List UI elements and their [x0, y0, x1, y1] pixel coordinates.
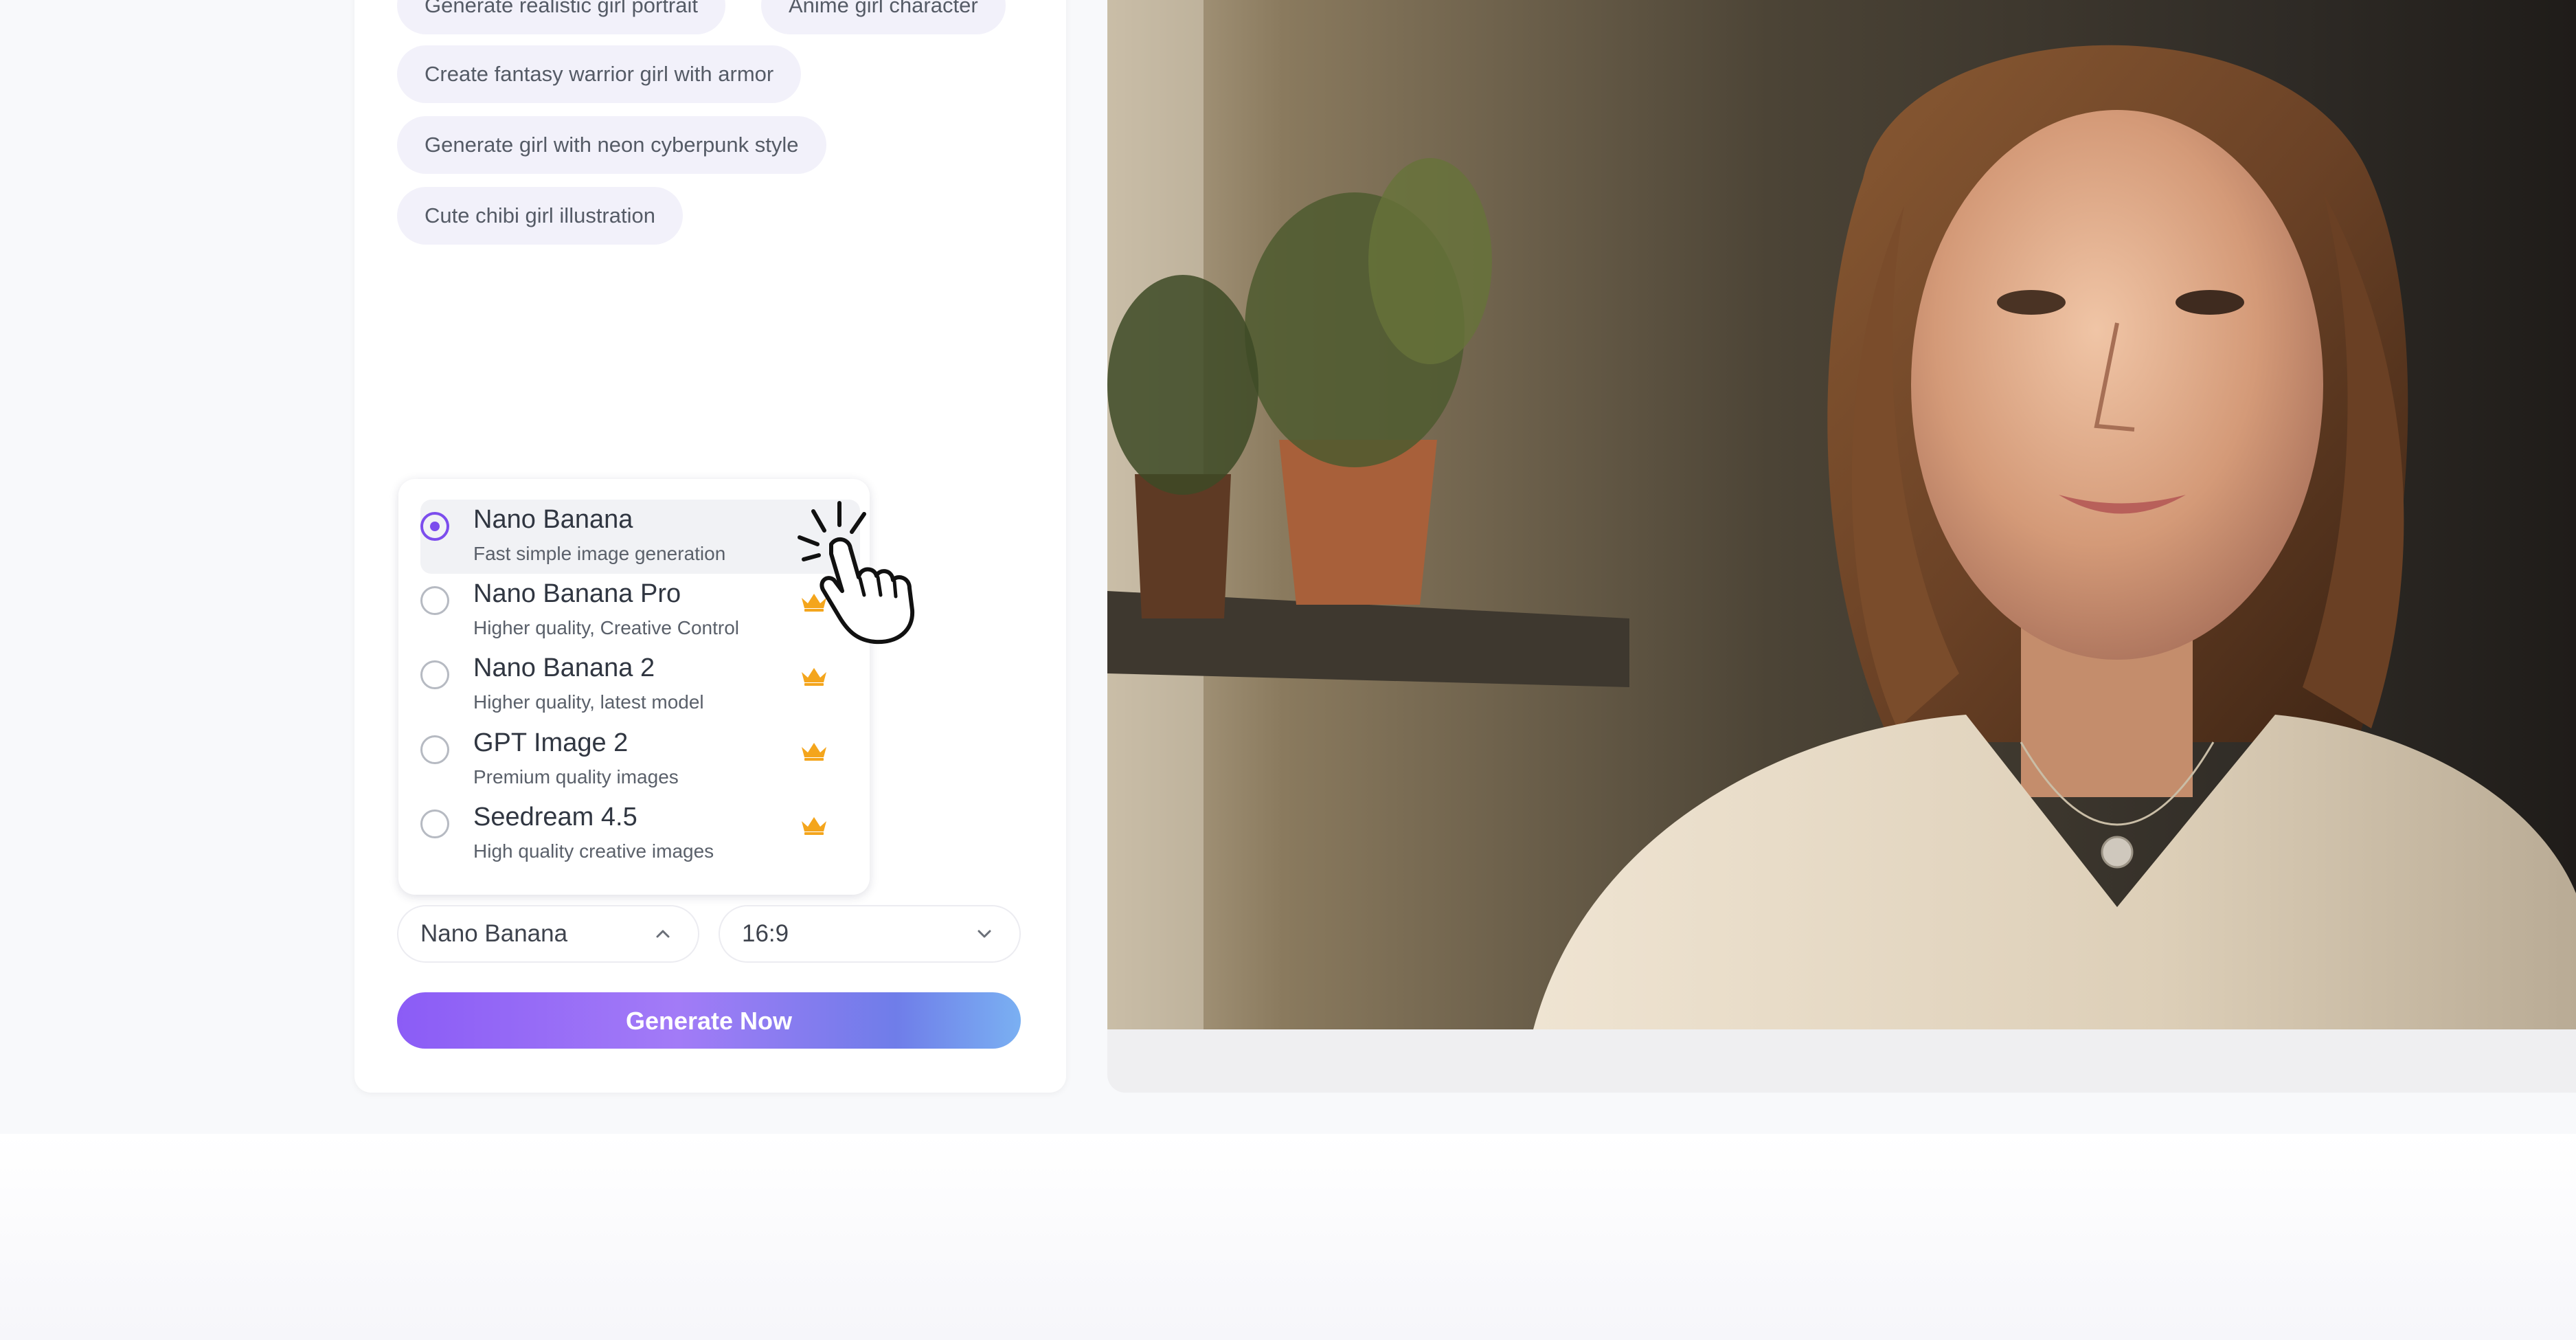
model-option-description: Premium quality images	[473, 766, 679, 788]
aspect-ratio-value: 16:9	[742, 920, 789, 947]
radio-icon	[420, 660, 449, 689]
model-option-description: Fast simple image generation	[473, 543, 726, 564]
hand-pointer-icon	[798, 501, 915, 645]
generated-image	[1107, 0, 2576, 1029]
model-option-name: GPT Image 2	[473, 728, 629, 757]
generate-now-button[interactable]: Generate Now	[397, 992, 1021, 1049]
image-preview-area	[1107, 0, 2576, 1093]
radio-icon	[420, 809, 449, 838]
model-option-description: Higher quality, Creative Control	[473, 617, 739, 638]
crown-icon	[802, 743, 826, 761]
suggestion-chip-fantasy-warrior[interactable]: Create fantasy warrior girl with armor	[397, 45, 802, 103]
model-option-name: Nano Banana 2	[473, 654, 655, 682]
suggestion-chip-chibi-illustration[interactable]: Cute chibi girl illustration	[397, 187, 683, 245]
page-footer-background	[0, 1134, 2576, 1340]
suggestion-chip-anime-character[interactable]: Anime girl character	[761, 0, 1006, 34]
crown-icon	[802, 817, 826, 835]
model-option-seedream-4-5[interactable]: Seedream 4.5 High quality creative image…	[420, 797, 860, 871]
model-option-description: Higher quality, latest model	[473, 691, 704, 713]
model-select-value: Nano Banana	[420, 920, 568, 947]
model-option-nano-banana-2[interactable]: Nano Banana 2 Higher quality, latest mod…	[420, 648, 860, 722]
radio-selected-icon	[420, 512, 449, 541]
chevron-up-icon	[656, 930, 670, 938]
model-option-name: Nano Banana	[473, 505, 633, 534]
suggestion-chip-realistic-portrait[interactable]: Generate realistic girl portrait	[397, 0, 725, 34]
radio-icon	[420, 586, 449, 615]
chevron-down-icon	[978, 930, 991, 938]
model-option-name: Seedream 4.5	[473, 803, 637, 831]
radio-icon	[420, 735, 449, 764]
model-option-description: High quality creative images	[473, 840, 714, 862]
aspect-ratio-select[interactable]: 16:9	[719, 905, 1021, 963]
model-option-gpt-image-2[interactable]: GPT Image 2 Premium quality images	[420, 723, 860, 797]
model-option-name: Nano Banana Pro	[473, 579, 681, 608]
model-select[interactable]: Nano Banana	[397, 905, 699, 963]
crown-icon	[802, 668, 826, 686]
suggestion-chip-neon-cyberpunk[interactable]: Generate girl with neon cyberpunk style	[397, 116, 826, 174]
